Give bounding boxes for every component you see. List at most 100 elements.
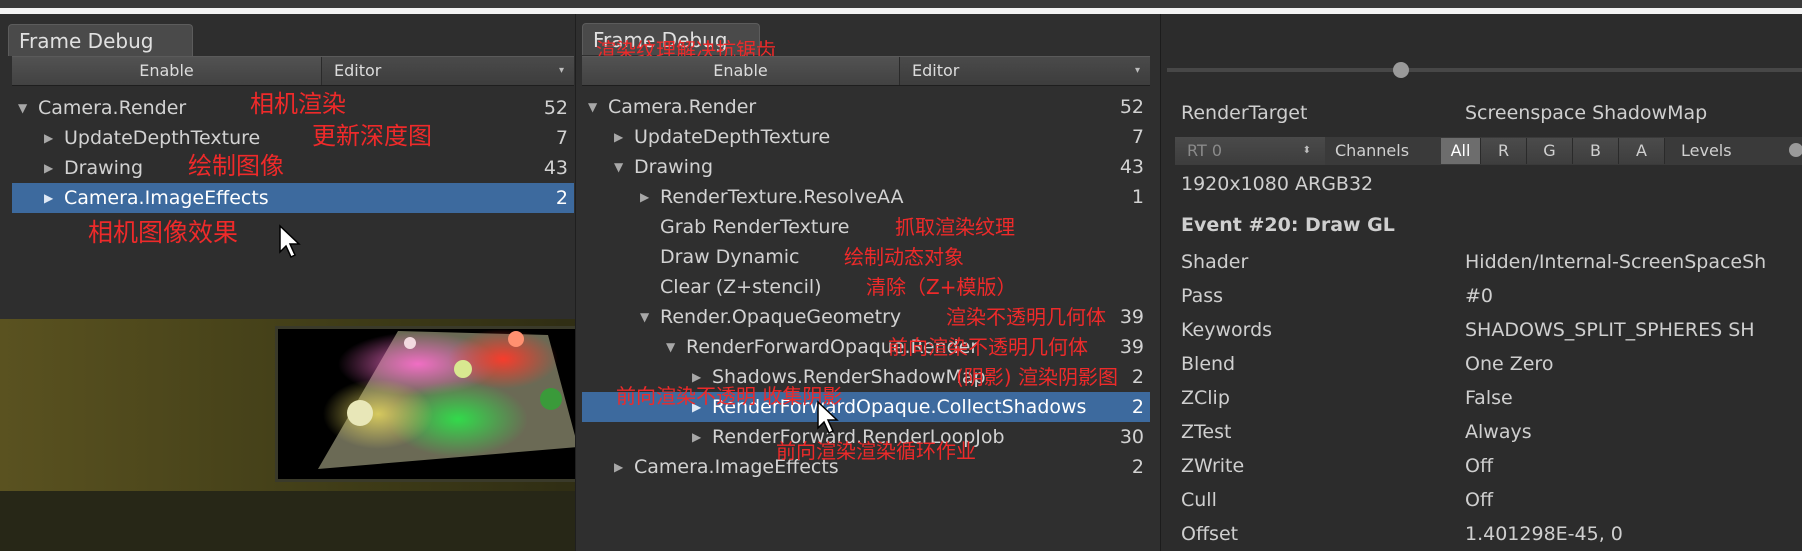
tree-row-count: 7 <box>555 127 568 149</box>
tree-row-count: 39 <box>1119 306 1144 328</box>
annotation-clear: 清除（Z+模版） <box>866 275 1017 299</box>
tree-row-update-depth[interactable]: ▶ UpdateDepthTexture 7 <box>12 123 574 153</box>
levels-label: Levels <box>1681 141 1732 160</box>
prop-key-zclip: ZClip <box>1181 387 1230 409</box>
channel-all-button[interactable]: All <box>1441 138 1481 164</box>
tree-row-grab-texture[interactable]: Grab RenderTexture <box>582 212 1150 242</box>
tree-row-count: 43 <box>1119 156 1144 178</box>
tree-row-count: 2 <box>1131 366 1144 388</box>
prop-key-blend: Blend <box>1181 353 1236 375</box>
collapsed-arrow-icon[interactable]: ▶ <box>44 183 53 213</box>
annotation-image-effects: 相机图像效果 <box>88 218 239 247</box>
target-select[interactable]: Editor ▾ <box>322 57 574 85</box>
annotation-render-loop: 前向渲染渲染循环作业 <box>776 439 976 463</box>
chevron-down-icon: ▾ <box>1134 65 1140 76</box>
prop-key-offset: Offset <box>1181 523 1239 545</box>
channel-b-button[interactable]: B <box>1573 138 1619 164</box>
tree-row-drawing[interactable]: ▶ Drawing 43 <box>12 153 574 183</box>
render-target-label: RenderTarget <box>1181 102 1308 124</box>
rendered-scene-image <box>318 329 578 469</box>
tree-row-image-effects-selected[interactable]: ▶ Camera.ImageEffects 2 <box>12 183 574 213</box>
prop-val-blend: One Zero <box>1465 353 1554 375</box>
prop-val-keywords: SHADOWS_SPLIT_SPHERES SH <box>1465 319 1755 341</box>
updown-icon: ⬍ <box>1302 145 1311 156</box>
channel-toolbar: RT 0 ⬍ Channels All R G B A Levels <box>1175 137 1802 165</box>
tree-row-count: 2 <box>1131 456 1144 478</box>
tree-row-update-depth[interactable]: ▶ UpdateDepthTexture 7 <box>582 122 1150 152</box>
tree-row-drawing[interactable]: ▼ Drawing 43 <box>582 152 1150 182</box>
tree-row-count: 52 <box>543 97 568 119</box>
tree-row-resolve-aa[interactable]: ▶ RenderTexture.ResolveAA 1 <box>582 182 1150 212</box>
prop-val-cull: Off <box>1465 489 1494 511</box>
channels-label: Channels <box>1335 141 1410 160</box>
annotation-shadowmap: (阴影) 渲染阴影图 <box>956 365 1118 389</box>
annotation-grab-texture: 抓取渲染纹理 <box>895 215 1015 239</box>
prop-key-pass: Pass <box>1181 285 1224 307</box>
expanded-arrow-icon[interactable]: ▼ <box>18 93 27 123</box>
frame-debug-toolbar: Enable Editor ▾ <box>582 56 1150 86</box>
prop-val-zwrite: Off <box>1465 455 1494 477</box>
tree-row-count: 43 <box>543 157 568 179</box>
event-title: Event #20: Draw GL <box>1181 214 1395 236</box>
render-target-value[interactable]: Screenspace ShadowMap <box>1465 98 1707 128</box>
tree-row-count: 2 <box>1131 396 1144 418</box>
tree-row-label: Camera.Render <box>38 97 187 119</box>
event-slider-track[interactable] <box>1167 68 1802 72</box>
channel-r-button[interactable]: R <box>1481 138 1527 164</box>
prop-val-shader[interactable]: Hidden/Internal-ScreenSpaceSh <box>1465 247 1766 277</box>
chevron-down-icon: ▾ <box>558 65 564 76</box>
prop-key-shader: Shader <box>1181 251 1249 273</box>
collapsed-arrow-icon[interactable]: ▶ <box>614 122 623 152</box>
enable-button[interactable]: Enable <box>582 57 900 85</box>
annotation-opaque-geometry: 渲染不透明几何体 <box>946 305 1106 329</box>
mouse-cursor-icon <box>817 400 839 435</box>
prop-val-pass: #0 <box>1465 285 1494 307</box>
frame-debug-tab[interactable]: Frame Debug <box>8 24 193 56</box>
channel-g-button[interactable]: G <box>1527 138 1573 164</box>
tree-row-count: 39 <box>1119 336 1144 358</box>
target-select-label: Editor <box>334 61 382 80</box>
expanded-arrow-icon[interactable]: ▼ <box>666 332 675 362</box>
prop-key-zwrite: ZWrite <box>1181 455 1245 477</box>
target-select-label: Editor <box>912 61 960 80</box>
levels-slider-handle[interactable] <box>1789 143 1802 157</box>
tree-row-count: 52 <box>1119 96 1144 118</box>
tree-row-label: Draw Dynamic <box>660 246 800 268</box>
collapsed-arrow-icon[interactable]: ▶ <box>614 452 623 482</box>
target-select[interactable]: Editor ▾ <box>900 57 1150 85</box>
annotation-update-depth: 更新深度图 <box>312 122 432 150</box>
expanded-arrow-icon[interactable]: ▼ <box>614 152 623 182</box>
tree-row-count: 30 <box>1119 426 1144 448</box>
resolution-text: 1920x1080 ARGB32 <box>1181 173 1374 195</box>
expanded-arrow-icon[interactable]: ▼ <box>640 302 649 332</box>
tree-row-count: 1 <box>1131 186 1144 208</box>
tree-row-label: Drawing <box>64 157 144 179</box>
tree-row-camera-render[interactable]: ▼ Camera.Render 52 <box>582 92 1150 122</box>
enable-button[interactable]: Enable <box>12 57 322 85</box>
scene-ground <box>0 491 580 551</box>
collapsed-arrow-icon[interactable]: ▶ <box>692 422 701 452</box>
event-slider-handle[interactable] <box>1393 62 1409 78</box>
prop-key-ztest: ZTest <box>1181 421 1232 443</box>
annotation-camera-render: 相机渲染 <box>250 90 346 118</box>
channel-a-button[interactable]: A <box>1619 138 1665 164</box>
prop-key-keywords: Keywords <box>1181 319 1273 341</box>
collapsed-arrow-icon[interactable]: ▶ <box>640 182 649 212</box>
tree-row-label: RenderTexture.ResolveAA <box>660 186 904 208</box>
frame-debug-panel-middle: Frame Debug 渲染纹理解决抗锯齿 Enable Editor ▾ ▼ … <box>575 14 1161 551</box>
event-inspector-panel: RenderTarget Screenspace ShadowMap RT 0 … <box>1160 14 1802 551</box>
annotation-collect-shadows: 前向渲染不透明 收集阴影 <box>616 384 843 408</box>
tree-row-label: Clear (Z+stencil) <box>660 276 822 298</box>
expanded-arrow-icon[interactable]: ▼ <box>588 92 597 122</box>
prop-val-offset: 1.401298E-45, 0 <box>1465 523 1623 545</box>
collapsed-arrow-icon[interactable]: ▶ <box>44 123 53 153</box>
tree-row-count: 7 <box>1131 126 1144 148</box>
tree-row-label: Camera.ImageEffects <box>64 187 269 209</box>
frame-debug-panel-left: Frame Debug Enable Editor ▾ ▼ Camera.Ren… <box>0 14 591 319</box>
tree-row-label: Camera.Render <box>608 96 757 118</box>
tree-row-label: UpdateDepthTexture <box>64 127 261 149</box>
rt-select[interactable]: RT 0 ⬍ <box>1175 137 1325 165</box>
collapsed-arrow-icon[interactable]: ▶ <box>44 153 53 183</box>
tree-row-label: Grab RenderTexture <box>660 216 850 238</box>
tree-row-label: Drawing <box>634 156 714 178</box>
